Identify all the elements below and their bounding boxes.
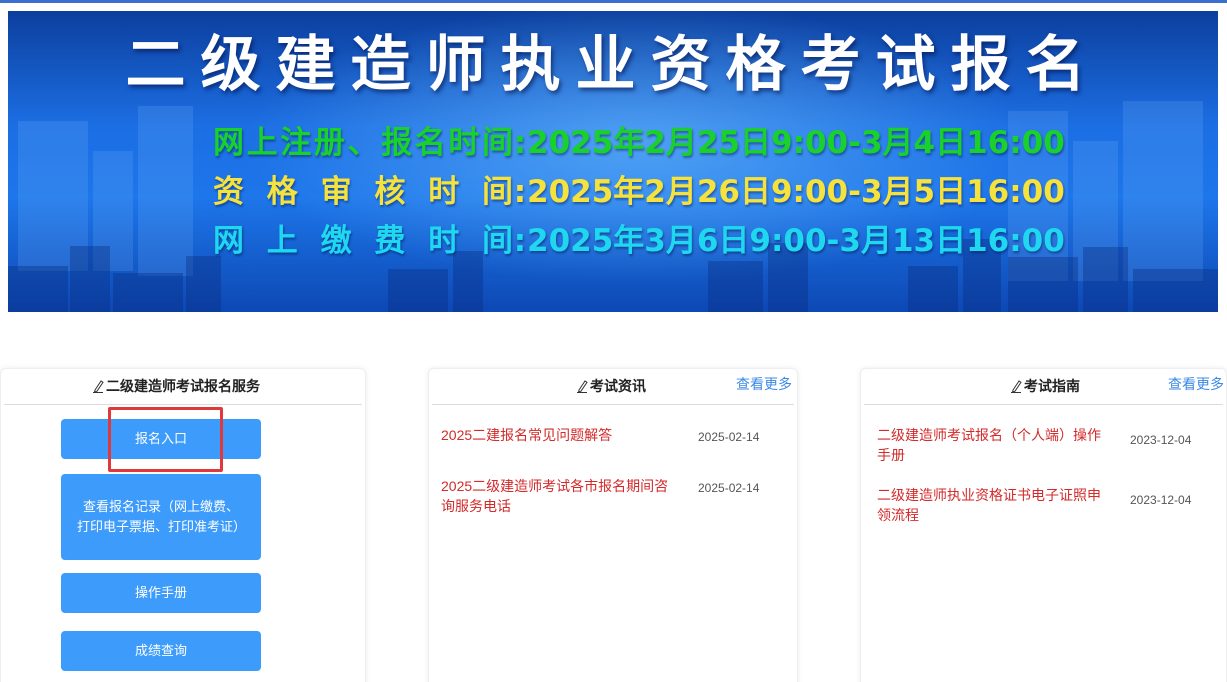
news-card-title: 考试资讯 (576, 376, 646, 396)
service-card-header: 二级建造师考试报名服务 (4, 369, 362, 405)
pen-icon (577, 380, 588, 393)
review-time-label: 资格审核时间 (213, 174, 513, 210)
payment-time-label: 网上缴费时间 (213, 223, 513, 259)
guide-item-date: 2023-12-04 (1130, 433, 1192, 447)
highlight-annotation-box (108, 407, 223, 472)
news-more-link[interactable]: 查看更多 (736, 374, 792, 394)
news-item-date: 2025-02-14 (698, 430, 760, 444)
registration-time-value: 2025年2月25日9:00-3月4日16:00 (527, 125, 1065, 161)
operation-manual-button[interactable]: 操作手册 (61, 573, 261, 613)
guide-item-title[interactable]: 二级建造师考试报名（个人端）操作手册 (877, 425, 1109, 465)
top-accent-bar (0, 0, 1227, 3)
service-card: 二级建造师考试报名服务 报名入口 查看报名记录（网上缴费、打印电子票据、打印准考… (0, 368, 366, 682)
news-card: 考试资讯 查看更多 2025二建报名常见问题解答 2025-02-14 2025… (428, 368, 798, 682)
guide-item-title[interactable]: 二级建造师执业资格证书电子证照申领流程 (877, 485, 1109, 525)
view-registration-records-button[interactable]: 查看报名记录（网上缴费、打印电子票据、打印准考证） (61, 474, 261, 560)
review-time-line: 资格审核时间:2025年2月26日9:00-3月5日16:00 (213, 174, 1065, 210)
guide-more-link[interactable]: 查看更多 (1168, 374, 1224, 394)
registration-time-line: 网上注册、报名时间:2025年2月25日9:00-3月4日16:00 (213, 125, 1065, 161)
registration-time-label: 网上注册、报名时间 (213, 125, 513, 161)
payment-time-line: 网上缴费时间:2025年3月6日9:00-3月13日16:00 (213, 223, 1065, 259)
payment-time-value: 2025年3月6日9:00-3月13日16:00 (527, 223, 1065, 259)
pen-icon (93, 380, 104, 393)
news-card-header: 考试资讯 查看更多 (432, 369, 794, 405)
banner-title: 二级建造师执业资格考试报名 (125, 30, 1101, 100)
exam-banner: 二级建造师执业资格考试报名 网上注册、报名时间:2025年2月25日9:00-3… (8, 11, 1218, 312)
guide-item-date: 2023-12-04 (1130, 493, 1192, 507)
pen-icon (1011, 380, 1022, 393)
news-item-date: 2025-02-14 (698, 481, 760, 495)
guide-card: 考试指南 查看更多 二级建造师考试报名（个人端）操作手册 2023-12-04 … (860, 368, 1227, 682)
score-query-button[interactable]: 成绩查询 (61, 631, 261, 671)
news-item-title[interactable]: 2025二建报名常见问题解答 (441, 425, 679, 445)
service-card-title: 二级建造师考试报名服务 (92, 376, 260, 396)
guide-card-title: 考试指南 (1010, 376, 1080, 396)
news-item-title[interactable]: 2025二级建造师考试各市报名期间咨询服务电话 (441, 476, 679, 516)
guide-card-header: 考试指南 查看更多 (864, 369, 1224, 405)
review-time-value: 2025年2月26日9:00-3月5日16:00 (527, 174, 1065, 210)
